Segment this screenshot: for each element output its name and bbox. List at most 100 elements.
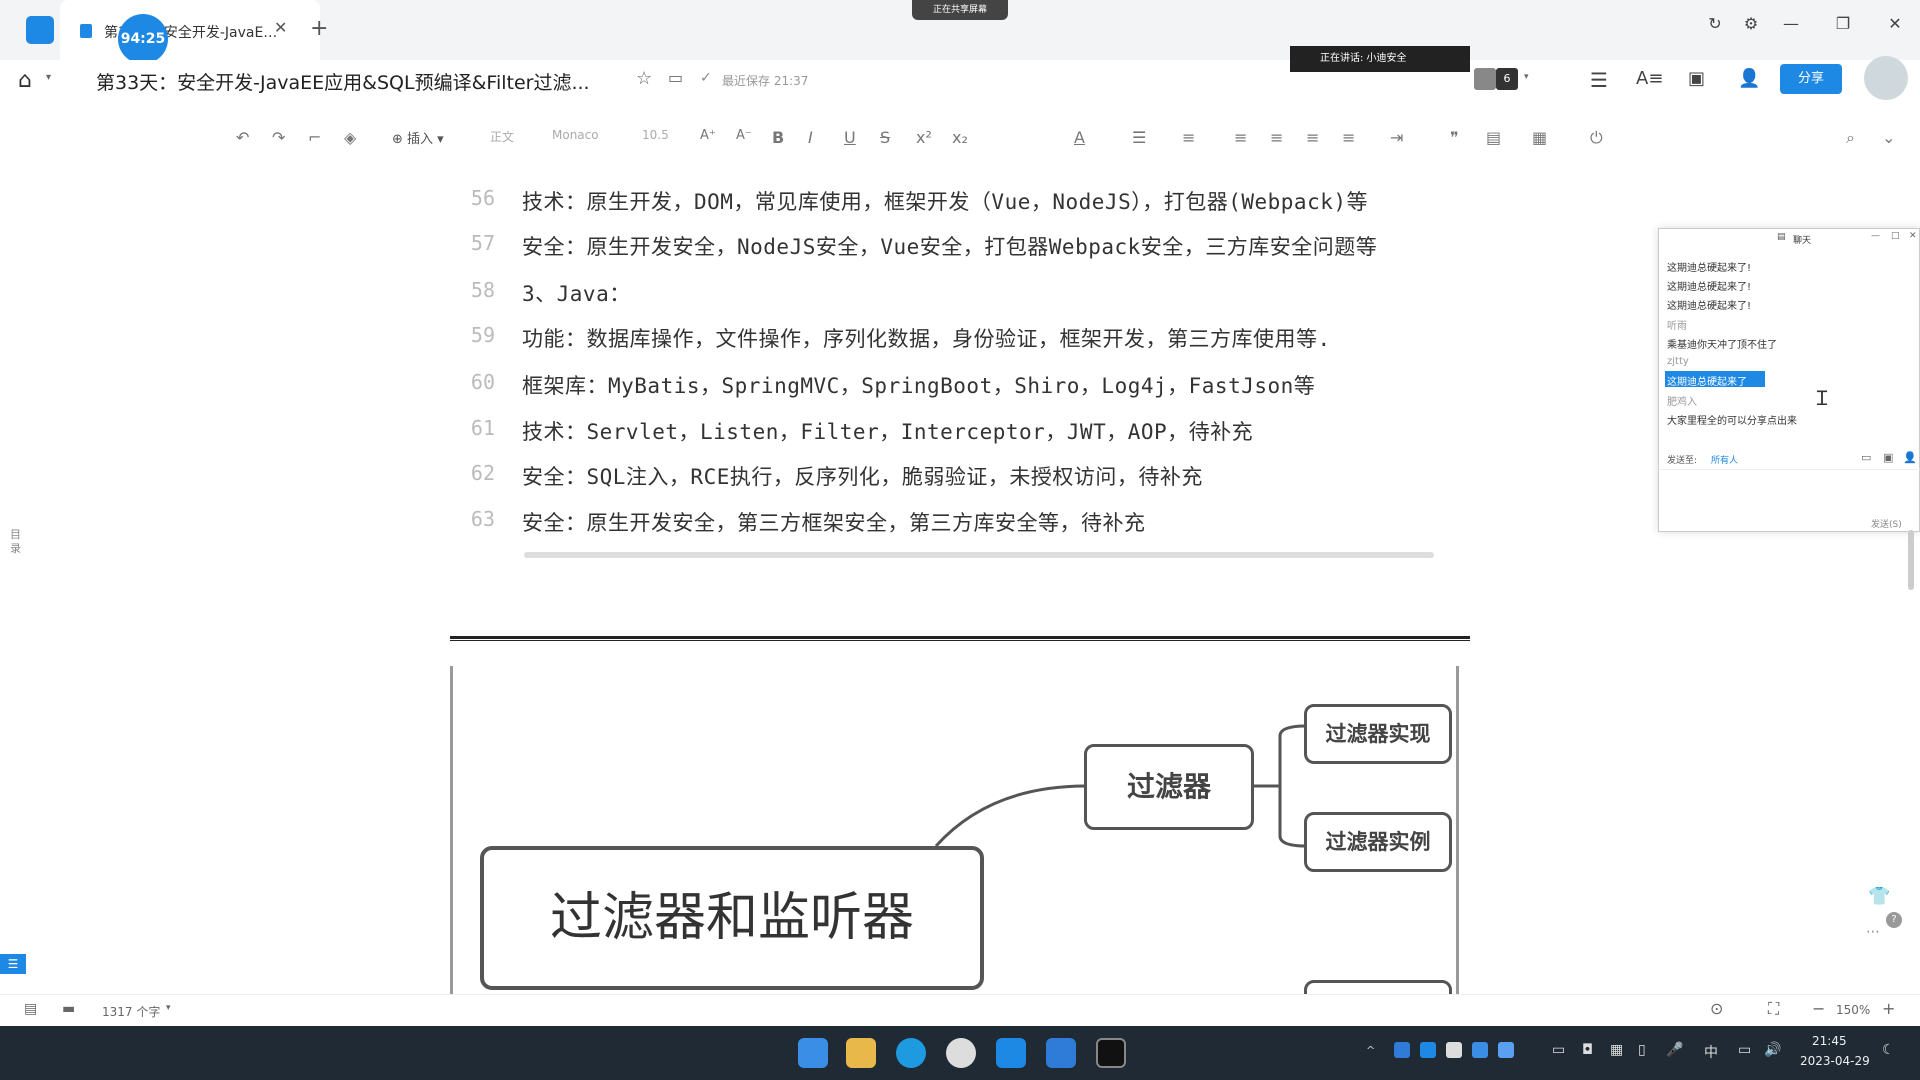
tray-app-icon[interactable]: [1472, 1042, 1488, 1058]
underline-icon[interactable]: U: [844, 128, 856, 147]
chat-minimize-button[interactable]: —: [1871, 231, 1880, 241]
superscript-icon[interactable]: x²: [916, 128, 932, 147]
chat-panel[interactable]: ▤ 聊天 — □ ✕ 这期迪总硬起来了! 这期迪总硬起来了! 这期迪总硬起来了!…: [1658, 228, 1920, 532]
clock-time[interactable]: 21:45: [1812, 1034, 1847, 1048]
folder-icon[interactable]: ▭: [668, 68, 683, 87]
play-icon[interactable]: ⊙: [1710, 999, 1723, 1018]
collapse-toolbar-icon[interactable]: ⌄: [1882, 128, 1895, 147]
chat-image-icon[interactable]: ▣: [1883, 451, 1893, 464]
bold-icon[interactable]: B: [772, 128, 784, 147]
zoom-level[interactable]: 150%: [1836, 1003, 1870, 1017]
screen-share-chip[interactable]: 正在共享屏幕: [912, 0, 1008, 20]
send-to-select[interactable]: 所有人: [1711, 453, 1738, 466]
doc-title[interactable]: 第33天：安全开发-JavaEE应用&SQL预编译&Filter过滤...: [96, 68, 590, 95]
justify-icon[interactable]: ≡: [1342, 128, 1355, 147]
home-dropdown-icon[interactable]: ▾: [46, 72, 51, 83]
tray-app-icon[interactable]: [1394, 1042, 1410, 1058]
web-view-icon[interactable]: ▬: [62, 1001, 75, 1017]
align-center-icon[interactable]: ≡: [1270, 128, 1283, 147]
numbered-list-icon[interactable]: ≡: [1182, 128, 1195, 147]
search-icon[interactable]: ⌕: [1846, 128, 1855, 148]
chat-maximize-button[interactable]: □: [1891, 231, 1900, 241]
microphone-icon[interactable]: 🎤: [1666, 1042, 1683, 1058]
page-view-icon[interactable]: ▤: [24, 1001, 37, 1017]
close-window-button[interactable]: ✕: [1880, 14, 1910, 34]
zoom-in-button[interactable]: +: [1882, 999, 1895, 1018]
tray-icon[interactable]: ▦: [1610, 1042, 1623, 1058]
tray-overflow-icon[interactable]: ^: [1366, 1044, 1375, 1057]
tray-app-icon[interactable]: [1498, 1042, 1514, 1058]
home-icon[interactable]: ⌂: [18, 68, 32, 93]
font-select[interactable]: Monaco: [552, 128, 599, 142]
chrome-browser-icon[interactable]: [946, 1038, 976, 1068]
outline-toggle[interactable]: 目录: [10, 528, 24, 556]
settings-gear-icon[interactable]: ⚙: [1736, 14, 1766, 34]
mindmap-image[interactable]: 过滤器和监听器 过滤器 过滤器实现 过滤器实例: [450, 666, 1462, 994]
bullet-list-icon[interactable]: ☰: [1132, 128, 1146, 147]
redo-icon[interactable]: ↷: [272, 128, 285, 147]
plugin-icon[interactable]: ⏻: [1590, 128, 1603, 148]
meeting-app-icon[interactable]: [1046, 1038, 1076, 1068]
insert-button[interactable]: ⊕ 插入 ▾: [392, 128, 444, 147]
new-tab-button[interactable]: +: [310, 16, 328, 41]
tray-app-icon[interactable]: [1446, 1042, 1462, 1058]
volume-icon[interactable]: 🔊: [1764, 1042, 1781, 1058]
restore-button[interactable]: ❐: [1828, 14, 1858, 34]
text-color-icon[interactable]: A: [1074, 128, 1085, 147]
align-right-icon[interactable]: ≡: [1306, 128, 1319, 147]
eraser-icon[interactable]: ◈: [344, 128, 356, 147]
chat-close-button[interactable]: ✕: [1909, 231, 1917, 241]
participant-avatars[interactable]: 6 ▾: [1474, 68, 1534, 90]
ime-indicator[interactable]: 中: [1704, 1042, 1718, 1062]
monitor-icon[interactable]: ▭: [1552, 1042, 1565, 1058]
tray-icon[interactable]: ◘: [1582, 1042, 1593, 1058]
table-icon[interactable]: ▦: [1532, 128, 1547, 147]
notification-icon[interactable]: ☾: [1882, 1042, 1895, 1058]
undo-icon[interactable]: ↶: [236, 128, 249, 147]
font-size-icon[interactable]: A≡: [1636, 68, 1663, 89]
tray-app-icon[interactable]: [1420, 1042, 1436, 1058]
quote-icon[interactable]: ❞: [1450, 128, 1459, 147]
ide-app-icon[interactable]: [1096, 1038, 1126, 1068]
chat-screenshot-icon[interactable]: ▭: [1861, 451, 1871, 464]
zoom-out-button[interactable]: −: [1812, 999, 1825, 1018]
share-button[interactable]: 分享: [1780, 64, 1842, 94]
shrink-font-icon[interactable]: A⁻: [736, 128, 752, 143]
menu-icon[interactable]: ☰: [1590, 68, 1608, 92]
style-select[interactable]: 正文: [490, 128, 514, 145]
grow-font-icon[interactable]: A⁺: [700, 128, 716, 143]
word-count-dropdown-icon[interactable]: ▾: [166, 1003, 171, 1013]
user-avatar[interactable]: [1864, 56, 1908, 100]
subscript-icon[interactable]: x₂: [952, 128, 968, 147]
chat-message-highlighted[interactable]: 这期迪总硬起来了: [1665, 371, 1765, 388]
size-select[interactable]: 10.5: [642, 128, 669, 142]
vertical-scrollbar[interactable]: [1908, 530, 1914, 590]
edge-browser-icon[interactable]: [896, 1038, 926, 1068]
chat-user-icon[interactable]: 👤: [1903, 451, 1917, 464]
format-painter-icon[interactable]: ⌐: [308, 128, 321, 147]
list-view-icon[interactable]: ☰: [0, 954, 26, 974]
more-icon[interactable]: ⋯: [1866, 924, 1880, 940]
align-left-icon[interactable]: ≡: [1234, 128, 1247, 147]
tray-icon[interactable]: ▯: [1638, 1042, 1646, 1058]
file-explorer-icon[interactable]: [846, 1038, 876, 1068]
star-icon[interactable]: ☆: [636, 68, 652, 89]
word-count[interactable]: 1317 个字: [102, 1003, 160, 1020]
refresh-icon[interactable]: ↻: [1700, 14, 1730, 34]
chat-input[interactable]: [1659, 469, 1920, 515]
code-block-scrollbar[interactable]: [524, 552, 1434, 558]
start-menu-icon[interactable]: [798, 1038, 828, 1068]
strikethrough-icon[interactable]: S: [880, 128, 890, 147]
document-tab[interactable]: 第33天：安全开发-JavaE… ✕: [60, 0, 320, 60]
italic-icon[interactable]: I: [808, 128, 813, 147]
chat-send-button[interactable]: 发送(S): [1871, 517, 1902, 530]
minimize-button[interactable]: —: [1776, 14, 1806, 34]
shirt-icon[interactable]: 👕: [1868, 886, 1890, 907]
tab-close-icon[interactable]: ✕: [274, 18, 287, 37]
clock-date[interactable]: 2023-04-29: [1800, 1054, 1870, 1068]
present-icon[interactable]: ▣: [1688, 68, 1705, 89]
docs-app-icon[interactable]: [996, 1038, 1026, 1068]
fullscreen-icon[interactable]: ⛶: [1768, 999, 1779, 1019]
help-icon[interactable]: ?: [1886, 912, 1902, 928]
comment-icon[interactable]: ▤: [1486, 128, 1501, 147]
